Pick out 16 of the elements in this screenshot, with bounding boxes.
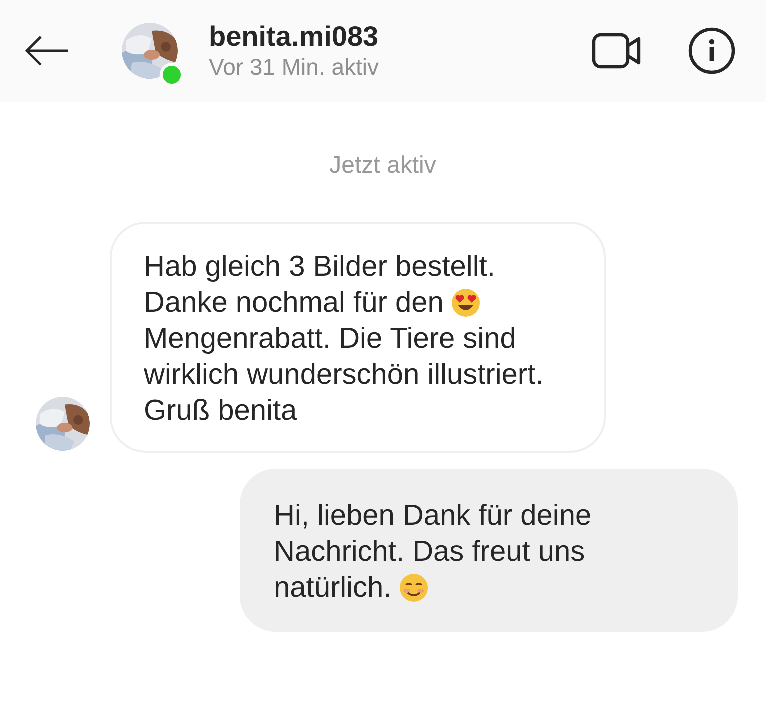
activity-divider-text: Jetzt aktiv xyxy=(330,152,436,179)
message-text: Nachricht. Das freut uns xyxy=(274,535,586,570)
message-text: wirklich wunderschön illustriert. xyxy=(144,358,544,393)
message-text: Hi, lieben Dank für deine xyxy=(274,499,592,534)
video-call-button[interactable] xyxy=(592,32,642,70)
message-text: Danke nochmal für den xyxy=(144,286,444,321)
heart-eyes-emoji-icon xyxy=(450,288,481,318)
message-text: natürlich. xyxy=(274,571,392,606)
smiling-emoji-icon xyxy=(398,573,429,603)
message-text: Hab gleich 3 Bilder bestellt. xyxy=(144,250,496,285)
message-text: Gruß benita xyxy=(144,394,298,429)
back-button[interactable] xyxy=(24,35,70,67)
info-button[interactable] xyxy=(688,27,736,75)
activity-status: Vor 31 Min. aktiv xyxy=(209,53,380,81)
message-text: Mengenrabatt. Die Tiere sind xyxy=(144,322,516,357)
username[interactable]: benita.mi083 xyxy=(209,21,592,53)
